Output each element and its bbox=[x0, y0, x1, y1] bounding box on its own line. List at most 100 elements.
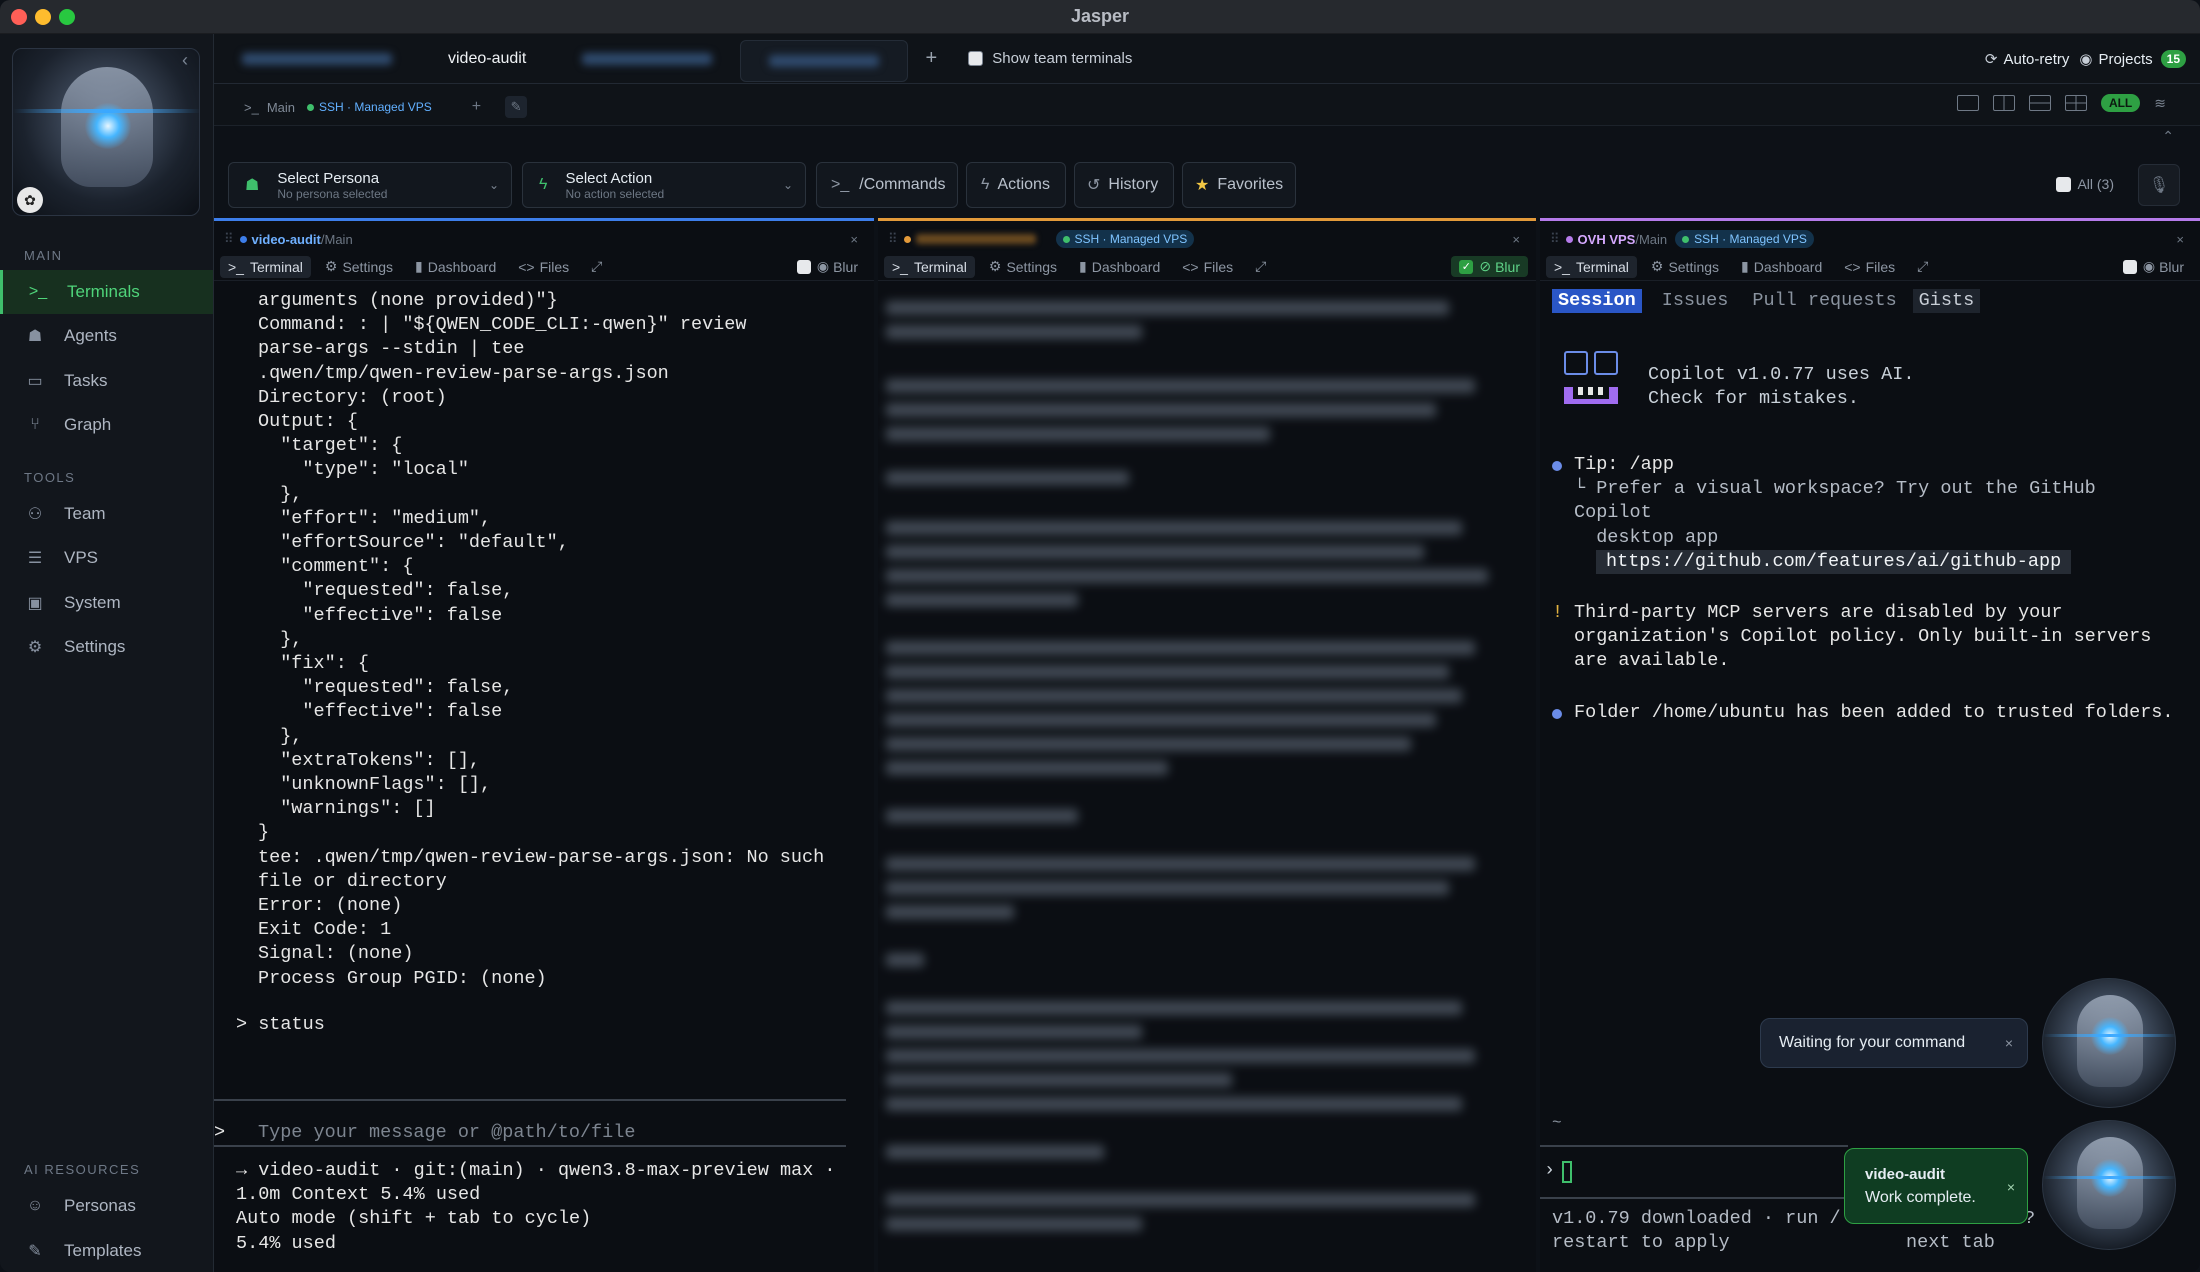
tab-settings[interactable]: ⚙ Settings bbox=[317, 256, 401, 278]
sidebar-item-graph[interactable]: ⑂ Graph bbox=[0, 403, 213, 447]
sidebar-item-team[interactable]: ⚇ Team bbox=[0, 492, 213, 536]
terminal-panes: ⠿ video-audit / Main × >_ Terminal ⚙ Setti… bbox=[214, 218, 2200, 1272]
cwd-tilde: ~ bbox=[1552, 1114, 1562, 1132]
tab-files[interactable]: <> Files bbox=[1174, 256, 1241, 278]
title-bar: Jasper bbox=[0, 0, 2200, 34]
main-tab[interactable]: Main bbox=[267, 100, 295, 115]
tab-settings[interactable]: ⚙ Settings bbox=[1643, 256, 1727, 278]
zoom-window-button[interactable] bbox=[59, 9, 75, 25]
chart-icon: ▮ bbox=[1079, 258, 1087, 274]
copilot-tab-gists[interactable]: Gists bbox=[1912, 289, 1981, 314]
tab-blurred-2[interactable] bbox=[554, 34, 740, 84]
close-pane-icon[interactable]: × bbox=[2176, 232, 2184, 247]
tab-files[interactable]: <> Files bbox=[510, 256, 577, 278]
sidebar-item-system[interactable]: ▣ System bbox=[0, 581, 213, 625]
pane-host-name: OVH VPS bbox=[1577, 231, 1636, 247]
code-icon: <> bbox=[518, 258, 535, 275]
action-sub: No action selected bbox=[565, 186, 665, 201]
chevron-up-icon[interactable]: ⌃ bbox=[2162, 128, 2174, 145]
drag-handle-icon[interactable]: ⠿ bbox=[1550, 231, 1560, 247]
blur-checkbox[interactable] bbox=[2122, 259, 2137, 274]
tab-files[interactable]: <> Files bbox=[1836, 256, 1903, 278]
collapse-sidebar-icon[interactable]: ‹ bbox=[182, 50, 188, 71]
tab-video-audit[interactable]: video-audit bbox=[420, 34, 554, 84]
microphone-icon[interactable]: 🎙 bbox=[2138, 164, 2180, 206]
close-pane-icon[interactable]: × bbox=[1512, 232, 1520, 247]
blur-toggle[interactable]: ◉ Blur bbox=[2122, 258, 2184, 275]
close-pane-icon[interactable]: × bbox=[850, 232, 858, 247]
copilot-tab-issues[interactable]: Issues bbox=[1642, 289, 1739, 313]
add-terminal-button[interactable]: + bbox=[472, 98, 481, 116]
pane-status-dot bbox=[239, 235, 247, 243]
ssh-tab[interactable]: SSH · Managed VPS bbox=[319, 100, 432, 114]
cpu-icon: ▣ bbox=[27, 595, 43, 612]
tab-dashboard[interactable]: ▮ Dashboard bbox=[407, 256, 504, 278]
sidebar-item-vps[interactable]: ☰ VPS bbox=[0, 536, 213, 580]
blur-checkbox-checked[interactable]: ✓ bbox=[1459, 259, 1474, 274]
select-action-dropdown[interactable]: ϟ Select Action No action selected ⌄ bbox=[522, 162, 806, 208]
copilot-tab-pull-requests[interactable]: Pull requests bbox=[1738, 289, 1906, 313]
prompt-chevron-icon: › bbox=[1544, 1160, 1556, 1181]
sidebar-item-personas[interactable]: ☺ Personas bbox=[0, 1184, 213, 1228]
tab-blurred-3[interactable] bbox=[740, 39, 909, 82]
tab-dashboard[interactable]: ▮ Dashboard bbox=[1733, 256, 1830, 278]
copilot-logo-icon bbox=[1564, 351, 1628, 415]
pane-header: ⠿ video-audit / Main × bbox=[214, 225, 874, 253]
sidebar-item-settings[interactable]: ⚙ Settings bbox=[0, 625, 213, 669]
layout-all-button[interactable]: ALL bbox=[2100, 94, 2141, 112]
output-line: }, bbox=[258, 628, 303, 650]
layers-icon[interactable]: ≋ bbox=[2154, 95, 2166, 112]
tab-terminal[interactable]: >_ Terminal bbox=[884, 255, 975, 278]
copilot-input-cursor[interactable] bbox=[1562, 1161, 1572, 1183]
history-button[interactable]: ↺ History bbox=[1074, 162, 1174, 208]
tip-url-link[interactable]: https://github.com/features/ai/github-ap… bbox=[1596, 549, 2072, 575]
footer-line: Auto mode (shift + tab to cycle) bbox=[236, 1208, 592, 1230]
output-line: file or directory bbox=[258, 870, 447, 892]
tab-terminal[interactable]: >_ Terminal bbox=[1546, 255, 1637, 278]
favorites-button[interactable]: ★ Favorites bbox=[1182, 162, 1296, 208]
expand-icon[interactable]: ⤢ bbox=[1247, 256, 1274, 278]
blur-toggle[interactable]: ✓ ⊘ Blur bbox=[1451, 256, 1528, 277]
toast-message: Work complete. bbox=[1865, 1188, 1976, 1206]
sidebar-item-agents[interactable]: ☗ Agents bbox=[0, 314, 213, 358]
blur-toggle[interactable]: ◉ Blur bbox=[796, 258, 858, 275]
projects-button[interactable]: Projects bbox=[2098, 51, 2152, 68]
tab-blurred-1[interactable] bbox=[214, 34, 420, 84]
drag-handle-icon[interactable]: ⠿ bbox=[888, 231, 898, 247]
ssh-badge: SSH · Managed VPS bbox=[1675, 230, 1814, 248]
drag-handle-icon[interactable]: ⠿ bbox=[224, 231, 234, 247]
tab-dashboard[interactable]: ▮ Dashboard bbox=[1071, 256, 1168, 278]
sidebar-item-templates[interactable]: ✎ Templates bbox=[0, 1229, 213, 1272]
actions-button[interactable]: ϟ Actions bbox=[966, 162, 1066, 208]
commands-button[interactable]: >_ /Commands bbox=[816, 162, 958, 208]
close-toast-icon[interactable]: × bbox=[2005, 1035, 2013, 1051]
commands-label: /Commands bbox=[859, 176, 946, 193]
layout-grid-icon[interactable] bbox=[2064, 95, 2087, 111]
edit-icon[interactable]: ✎ bbox=[505, 96, 528, 118]
minimize-window-button[interactable] bbox=[35, 9, 51, 25]
terminal-tab-row: >_ Main SSH · Managed VPS + ✎ ALL ≋ bbox=[214, 84, 2200, 126]
show-team-checkbox[interactable] bbox=[968, 51, 984, 66]
layout-columns-icon[interactable] bbox=[1992, 95, 2015, 111]
tab-terminal[interactable]: >_ Terminal bbox=[220, 255, 311, 278]
close-toast-icon[interactable]: × bbox=[2007, 1179, 2015, 1195]
robot-avatar[interactable]: ✿ bbox=[12, 48, 200, 216]
layout-single-icon[interactable] bbox=[1956, 95, 1979, 111]
copilot-tab-session[interactable]: Session bbox=[1552, 289, 1642, 314]
message-input[interactable]: Type your message or @path/to/file bbox=[258, 1121, 635, 1145]
sidebar-item-tasks[interactable]: ▭ Tasks bbox=[0, 359, 213, 403]
all-checkbox[interactable] bbox=[2056, 176, 2072, 192]
expand-icon[interactable]: ⤢ bbox=[1909, 256, 1936, 278]
select-persona-dropdown[interactable]: ☗ Select Persona No persona selected ⌄ bbox=[228, 162, 512, 208]
close-window-button[interactable] bbox=[11, 9, 27, 25]
add-tab-button[interactable]: + bbox=[908, 47, 954, 70]
app-window: Jasper ✿ ‹ MAIN >_ Terminals ☗ Agents ▭ … bbox=[0, 0, 2200, 1272]
expand-icon[interactable]: ⤢ bbox=[583, 256, 610, 278]
sidebar-item-terminals[interactable]: >_ Terminals bbox=[0, 270, 213, 314]
sidebar-item-label: Agents bbox=[64, 326, 117, 345]
layout-rows-icon[interactable] bbox=[2028, 95, 2051, 111]
blur-checkbox[interactable] bbox=[796, 259, 811, 274]
pane-tabs: >_ Terminal ⚙ Settings ▮ Dashboard <> Files … bbox=[214, 253, 874, 281]
auto-retry-toggle[interactable]: Auto-retry bbox=[2004, 51, 2070, 68]
tab-settings[interactable]: ⚙ Settings bbox=[981, 256, 1065, 278]
